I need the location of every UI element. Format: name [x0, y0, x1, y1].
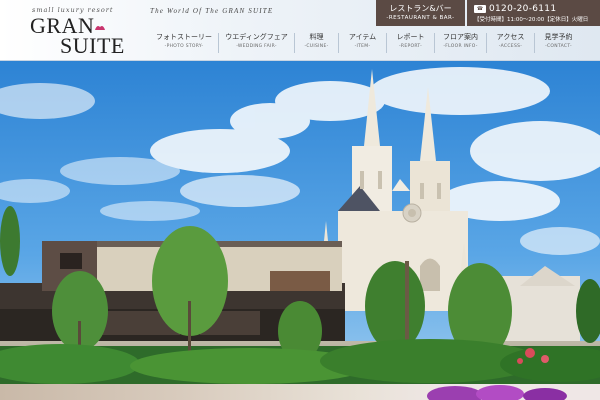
nav-sublabel: -PHOTO STORY-: [164, 44, 204, 49]
orchid-flower-icon: [427, 385, 567, 400]
phone-icon: ☎: [474, 5, 486, 13]
hero-image: [0, 61, 600, 384]
nav-label: ウエディングフェア: [225, 33, 288, 41]
nav-sublabel: -ACCESS-: [498, 44, 523, 49]
site-header: small luxury resort GRAN SUITE The World…: [0, 0, 600, 61]
chapel-photo: [0, 61, 600, 384]
nav-item-photo-story[interactable]: フォトストーリー -PHOTO STORY-: [150, 33, 218, 53]
nav-label: 料理: [309, 33, 324, 41]
nav-label: 見学予約: [544, 33, 573, 41]
contact-phone-box[interactable]: ☎ 0120-20-6111 【受付時間】11:00～20:00【定休日】火曜日: [467, 0, 600, 26]
nav-sublabel: -ITEM-: [354, 44, 371, 49]
nav-item-access[interactable]: アクセス -ACCESS-: [486, 33, 534, 53]
nav-item-item[interactable]: アイテム -ITEM-: [338, 33, 386, 53]
logo-word-suite: SUITE: [60, 33, 125, 58]
nav-label: アイテム: [348, 33, 377, 41]
restaurant-subtitle: -RESTAURANT & BAR-: [386, 15, 455, 21]
nav-item-cuisine[interactable]: 料理 -CUISINE-: [294, 33, 338, 53]
world-tagline: The World Of The GRAN SUITE: [150, 7, 274, 15]
phone-row: ☎ 0120-20-6111: [474, 4, 556, 14]
nav-sublabel: -REPORT-: [398, 44, 422, 49]
nav-sublabel: -FLOOR INFO-: [443, 44, 478, 49]
restaurant-bar-button[interactable]: レストラン&バー -RESTAURANT & BAR-: [376, 0, 465, 26]
flower-mark-icon: [95, 26, 105, 30]
nav-item-floor-info[interactable]: フロア案内 -FLOOR INFO-: [434, 33, 486, 53]
nav-sublabel: -WEDDING FAIR-: [236, 44, 277, 49]
nav-label: フロア案内: [443, 33, 478, 41]
nav-item-report[interactable]: レポート -REPORT-: [386, 33, 434, 53]
nav-label: アクセス: [496, 33, 525, 41]
nav-label: レポート: [396, 33, 425, 41]
restaurant-title: レストラン&バー: [389, 4, 452, 13]
phone-number[interactable]: 0120-20-6111: [489, 4, 556, 14]
business-hours: 【受付時間】11:00～20:00【定休日】火曜日: [474, 17, 589, 23]
nav-item-wedding-fair[interactable]: ウエディングフェア -WEDDING FAIR-: [218, 33, 294, 53]
nav-sublabel: -CONTACT-: [545, 44, 572, 49]
main-nav: フォトストーリー -PHOTO STORY- ウエディングフェア -WEDDIN…: [150, 33, 600, 53]
nav-sublabel: -CUISINE-: [304, 44, 329, 49]
nav-item-contact[interactable]: 見学予約 -CONTACT-: [534, 33, 582, 53]
nav-label: フォトストーリー: [156, 33, 212, 41]
gran-suite-logo[interactable]: small luxury resort GRAN SUITE: [28, 4, 128, 58]
